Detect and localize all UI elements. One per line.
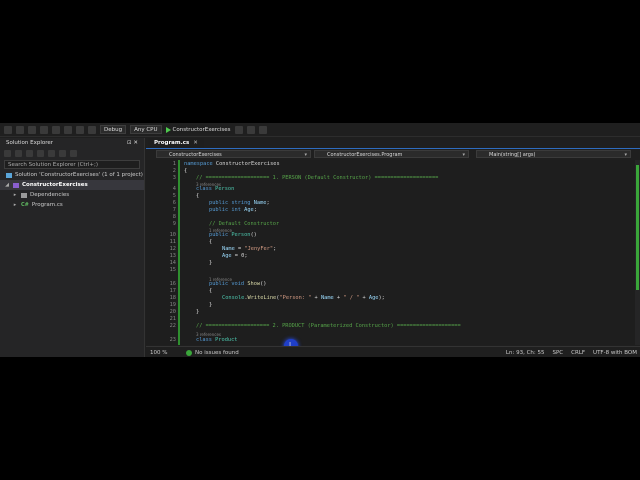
project-dropdown[interactable]: ConstructorExercises (156, 150, 311, 159)
hot-reload-icon[interactable] (246, 125, 255, 134)
csharp-project-icon (13, 182, 19, 188)
dependencies-node[interactable]: ▸ Dependencies (0, 190, 144, 200)
home-icon[interactable] (26, 150, 33, 157)
code-editor[interactable]: 1 namespace ConstructorExercises 2{ 3// =… (146, 160, 640, 345)
start-button-label: ConstructorExercises (172, 126, 231, 133)
back-icon[interactable] (4, 125, 12, 134)
tab-program-cs[interactable]: Program.cs ✕ (148, 138, 204, 148)
collapse-arrow-icon[interactable]: ▸ (12, 190, 18, 200)
dependencies-label: Dependencies (30, 192, 70, 198)
member-dropdown[interactable]: Main(string[] args) (476, 150, 631, 159)
class-dropdown[interactable]: ConstructorExercises.Program (314, 150, 469, 159)
filter-icon[interactable] (48, 150, 55, 157)
properties-icon[interactable] (70, 150, 77, 157)
vertical-scrollbar[interactable] (635, 160, 640, 345)
open-icon[interactable] (40, 125, 48, 134)
forward-icon[interactable] (16, 125, 24, 134)
solution-icon (6, 172, 12, 178)
issues-label: No issues found (195, 349, 239, 356)
redo-icon[interactable] (88, 125, 96, 134)
play-icon (165, 126, 171, 133)
indent-mode[interactable]: SPC (553, 350, 564, 356)
solution-explorer-toolbar (0, 148, 144, 159)
project-node[interactable]: ◢ ConstructorExercises (0, 180, 144, 190)
status-right: Ln: 93, Ch: 55 SPC CRLF UTF-8 with BOM (506, 350, 640, 356)
solution-explorer-panel: Solution Explorer ⊡ ✕ Search Solution Ex… (0, 138, 145, 357)
change-indicator (178, 160, 180, 345)
save-all-icon[interactable] (64, 125, 72, 134)
panel-pin-close[interactable]: ⊡ ✕ (127, 138, 138, 148)
close-icon[interactable]: ✕ (193, 140, 198, 146)
tab-label: Program.cs (154, 140, 190, 146)
config-select[interactable]: Debug (100, 125, 127, 134)
solution-explorer-title: Solution Explorer (6, 140, 54, 146)
file-label: Program.cs (31, 202, 63, 208)
platform-select[interactable]: Any CPU (130, 125, 162, 134)
undo-icon[interactable] (76, 125, 84, 134)
solution-explorer-header: Solution Explorer ⊡ ✕ (0, 138, 144, 148)
file-encoding[interactable]: UTF-8 with BOM (593, 350, 637, 356)
expand-arrow-icon[interactable]: ◢ (4, 180, 10, 190)
save-icon[interactable] (52, 125, 60, 134)
solution-search-input[interactable]: Search Solution Explorer (Ctrl+;) (4, 160, 140, 169)
dependencies-icon (21, 192, 27, 198)
visual-studio-window: Debug Any CPU ConstructorExercises Solut… (0, 123, 640, 357)
editor-status-bar: 100 % No issues found Ln: 93, Ch: 55 SPC… (146, 346, 640, 357)
collapse-arrow-icon[interactable]: ▸ (12, 200, 18, 210)
cursor-position[interactable]: Ln: 93, Ch: 55 (506, 350, 545, 356)
scroll-change-marker (636, 165, 639, 290)
check-circle-icon (186, 349, 192, 356)
zoom-level[interactable]: 100 % (146, 350, 186, 356)
navigation-bar: ConstructorExercises ConstructorExercise… (146, 149, 640, 159)
file-node-program[interactable]: ▸ C# Program.cs (0, 200, 144, 210)
solution-label: Solution 'ConstructorExercises' (1 of 1 … (15, 172, 143, 178)
csharp-file-icon: C# (21, 202, 29, 208)
solution-node[interactable]: Solution 'ConstructorExercises' (1 of 1 … (0, 170, 144, 180)
main-toolbar: Debug Any CPU ConstructorExercises (0, 123, 640, 137)
step-icon[interactable] (258, 125, 267, 134)
project-label: ConstructorExercises (22, 182, 88, 188)
editor-tab-bar: Program.cs ✕ (146, 138, 640, 149)
sync-icon[interactable] (15, 150, 22, 157)
collapse-icon[interactable] (37, 150, 44, 157)
new-item-icon[interactable] (28, 125, 36, 134)
issues-indicator[interactable]: No issues found (186, 349, 239, 356)
show-all-icon[interactable] (59, 150, 66, 157)
line-ending[interactable]: CRLF (571, 350, 585, 356)
start-without-debug-icon[interactable] (234, 125, 243, 134)
start-button[interactable]: ConstructorExercises (165, 126, 231, 133)
back-icon[interactable] (4, 150, 11, 157)
